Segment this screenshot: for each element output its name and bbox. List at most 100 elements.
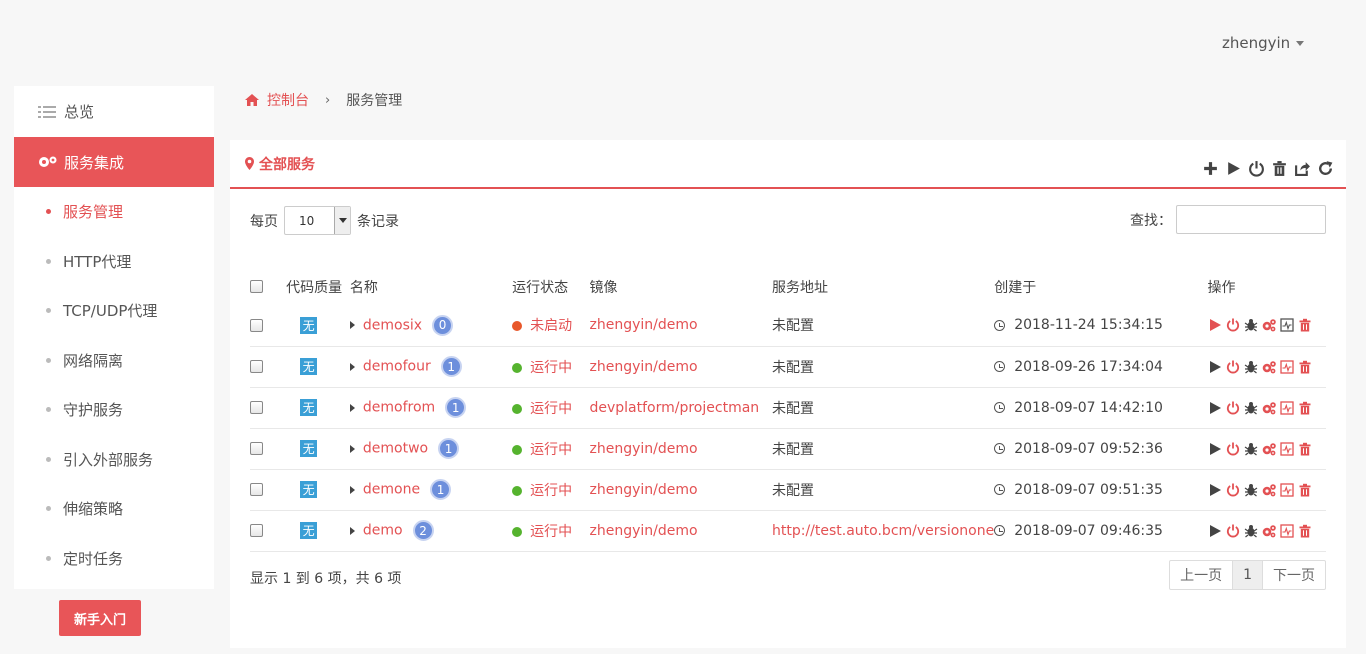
sidebar-item-scheduled-task[interactable]: 定时任务	[14, 534, 214, 584]
per-page-select[interactable]: 10	[284, 206, 351, 235]
cogs-icon[interactable]	[1262, 318, 1276, 332]
code-quality-badge: 无	[300, 522, 318, 539]
bug-icon[interactable]	[1244, 401, 1258, 415]
getting-started-button[interactable]: 新手入门	[59, 600, 141, 636]
monitor-icon[interactable]	[1279, 359, 1294, 374]
search-input[interactable]	[1176, 205, 1326, 234]
bug-icon[interactable]	[1244, 524, 1258, 538]
image-link[interactable]: zhengyin/demo	[589, 359, 697, 375]
play-icon[interactable]	[1208, 401, 1222, 415]
trash-icon[interactable]	[1298, 483, 1312, 497]
column-header[interactable]: 服务地址	[772, 268, 994, 305]
power-icon[interactable]	[1226, 524, 1240, 538]
monitor-icon[interactable]	[1279, 482, 1294, 497]
service-name-link[interactable]: demosix	[363, 317, 422, 333]
play-icon[interactable]	[1225, 160, 1242, 177]
row-checkbox[interactable]	[250, 442, 263, 455]
cogs-icon[interactable]	[1262, 360, 1276, 374]
instance-count-badge: 1	[445, 397, 467, 418]
play-icon[interactable]	[1208, 318, 1222, 332]
service-name-link[interactable]: demone	[363, 482, 420, 498]
per-page-suffix: 条记录	[357, 213, 399, 230]
service-name-link[interactable]: demofour	[363, 359, 431, 375]
expand-caret-icon[interactable]	[349, 321, 355, 330]
column-header[interactable]: 镜像	[589, 268, 772, 305]
cogs-icon[interactable]	[1262, 483, 1276, 497]
monitor-icon[interactable]	[1279, 400, 1294, 415]
expand-caret-icon[interactable]	[349, 485, 355, 494]
sidebar-item-overview[interactable]: 总览	[14, 86, 214, 137]
power-icon[interactable]	[1226, 442, 1240, 456]
play-icon[interactable]	[1208, 442, 1222, 456]
power-icon[interactable]	[1226, 401, 1240, 415]
image-link[interactable]: zhengyin/demo	[589, 441, 697, 457]
service-name-link[interactable]: demofrom	[363, 400, 435, 416]
power-icon[interactable]	[1226, 318, 1240, 332]
service-name-link[interactable]: demotwo	[363, 441, 428, 457]
row-checkbox[interactable]	[250, 360, 263, 373]
sidebar-item-http-proxy[interactable]: HTTP代理	[14, 237, 214, 287]
page-1-button[interactable]: 1	[1232, 561, 1262, 589]
row-checkbox[interactable]	[250, 524, 263, 537]
bug-icon[interactable]	[1244, 442, 1258, 456]
row-checkbox[interactable]	[250, 401, 263, 414]
cogs-icon[interactable]	[1262, 442, 1276, 456]
user-menu[interactable]: zhengyin	[1222, 34, 1305, 52]
clock-icon	[994, 319, 1006, 331]
select-all-checkbox[interactable]	[250, 280, 263, 293]
trash-icon[interactable]	[1298, 318, 1312, 332]
sidebar-item-daemon-service[interactable]: 守护服务	[14, 385, 214, 435]
expand-caret-icon[interactable]	[349, 403, 355, 412]
column-header[interactable]: 名称	[350, 268, 512, 305]
cogs-icon[interactable]	[1262, 524, 1276, 538]
image-link[interactable]: zhengyin/demo	[589, 523, 697, 539]
service-address: 未配置	[772, 482, 814, 499]
column-header[interactable]: 运行状态	[512, 268, 589, 305]
column-header[interactable]: 创建于	[994, 268, 1207, 305]
sidebar-item-external-service[interactable]: 引入外部服务	[14, 435, 214, 485]
cogs-icon[interactable]	[1262, 401, 1276, 415]
power-icon[interactable]	[1248, 160, 1265, 177]
plus-icon[interactable]	[1202, 160, 1219, 177]
row-checkbox[interactable]	[250, 483, 263, 496]
table-info: 显示 1 到 6 项，共 6 项	[250, 571, 402, 587]
breadcrumb-home-link[interactable]: 控制台	[267, 90, 309, 110]
sidebar-item-scaling-policy[interactable]: 伸缩策略	[14, 484, 214, 534]
image-link[interactable]: zhengyin/demo	[589, 317, 697, 333]
image-link[interactable]: zhengyin/demo	[589, 482, 697, 498]
table-row: 无 demofour 1 运行中 zhengyin/demo 未配置 2018-09-26 …	[250, 346, 1326, 388]
play-icon[interactable]	[1208, 483, 1222, 497]
sidebar-item-label: HTTP代理	[63, 252, 132, 271]
bug-icon[interactable]	[1244, 483, 1258, 497]
power-icon[interactable]	[1226, 483, 1240, 497]
sidebar-item-network-isolation[interactable]: 网络隔离	[14, 336, 214, 386]
sidebar-item-service-integration[interactable]: 服务集成	[14, 137, 214, 187]
trash-icon[interactable]	[1298, 360, 1312, 374]
expand-caret-icon[interactable]	[349, 526, 355, 535]
play-icon[interactable]	[1208, 360, 1222, 374]
prev-page-button[interactable]: 上一页	[1170, 561, 1232, 589]
expand-caret-icon[interactable]	[349, 362, 355, 371]
sidebar-item-label: 服务管理	[63, 203, 124, 222]
monitor-icon[interactable]	[1279, 523, 1294, 538]
trash-icon[interactable]	[1298, 524, 1312, 538]
play-icon[interactable]	[1208, 524, 1222, 538]
service-name-link[interactable]: demo	[363, 523, 403, 539]
monitor-icon[interactable]	[1279, 318, 1294, 332]
monitor-icon[interactable]	[1279, 441, 1294, 456]
trash-icon[interactable]	[1271, 160, 1288, 177]
row-checkbox[interactable]	[250, 318, 263, 332]
image-link[interactable]: devplatform/projectman	[589, 400, 759, 416]
next-page-button[interactable]: 下一页	[1262, 561, 1325, 589]
sidebar-item-service-management[interactable]: 服务管理	[14, 187, 214, 237]
share-icon[interactable]	[1294, 160, 1311, 177]
refresh-icon[interactable]	[1317, 160, 1334, 177]
sidebar-item-tcp-udp-proxy[interactable]: TCP/UDP代理	[14, 286, 214, 336]
bug-icon[interactable]	[1244, 360, 1258, 374]
power-icon[interactable]	[1226, 360, 1240, 374]
service-address[interactable]: http://test.auto.bcm/versionone	[772, 523, 994, 539]
trash-icon[interactable]	[1298, 442, 1312, 456]
bug-icon[interactable]	[1244, 318, 1258, 332]
expand-caret-icon[interactable]	[349, 444, 355, 453]
trash-icon[interactable]	[1298, 401, 1312, 415]
